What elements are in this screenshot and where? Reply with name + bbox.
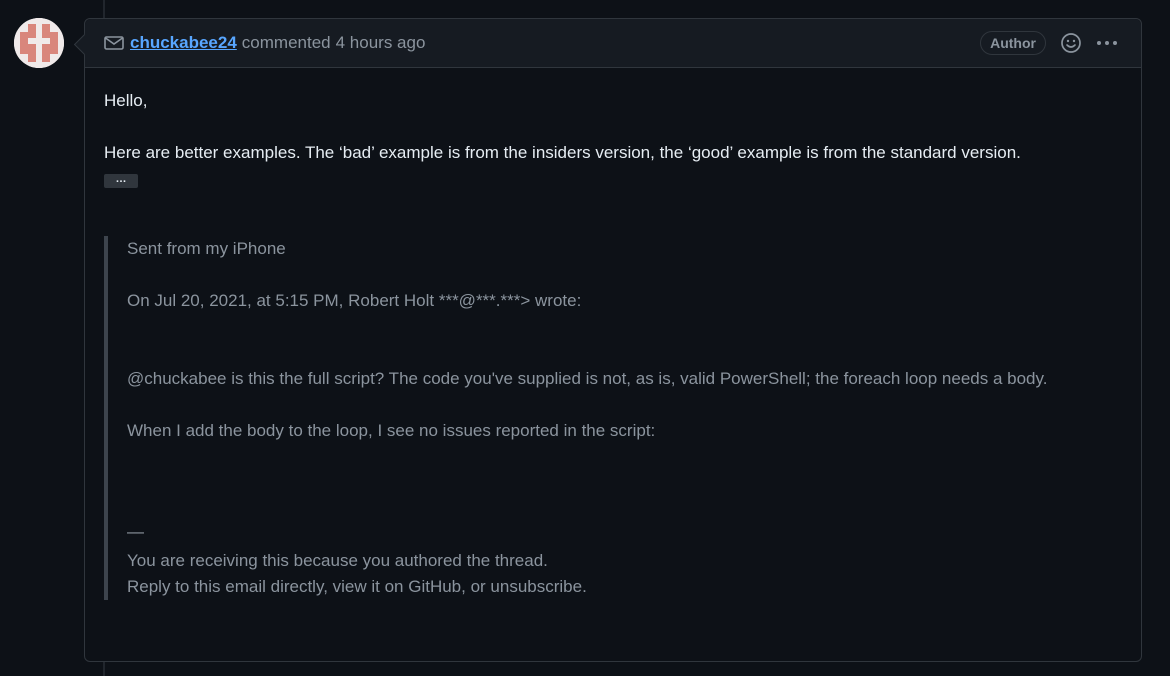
quote-followup: When I add the body to the loop, I see n… (127, 421, 656, 440)
header-actions: Author (980, 31, 1119, 55)
avatar[interactable] (14, 18, 64, 68)
page: chuckabee24 commented 4 hours ago Author (0, 0, 1170, 676)
author-link[interactable]: chuckabee24 (130, 33, 237, 53)
author-badge: Author (980, 31, 1046, 55)
expand-hidden-text-button[interactable]: … (104, 174, 138, 188)
comment-paragraph: Here are better examples. The ‘bad’ exam… (104, 143, 1021, 162)
quote-receiving: You are receiving this because you autho… (127, 551, 548, 570)
quote-question: @chuckabee is this the full script? The … (127, 369, 1048, 388)
comment-timestamp[interactable]: 4 hours ago (336, 33, 426, 53)
quote-reply: Reply to this email directly, view it on… (127, 577, 587, 596)
comment-header: chuckabee24 commented 4 hours ago Author (85, 19, 1141, 68)
comment-greeting: Hello, (104, 91, 148, 110)
mail-icon (104, 35, 124, 51)
quote-sent-from: Sent from my iPhone (127, 239, 286, 258)
kebab-icon[interactable] (1095, 32, 1119, 54)
email-quote: Sent from my iPhone On Jul 20, 2021, at … (104, 236, 1104, 600)
comment-action: commented (241, 33, 331, 52)
smiley-icon[interactable] (1060, 32, 1082, 54)
quote-separator: — (127, 522, 144, 541)
comment-box: chuckabee24 commented 4 hours ago Author (84, 18, 1142, 662)
quote-on-date: On Jul 20, 2021, at 5:15 PM, Robert Holt… (127, 291, 582, 310)
